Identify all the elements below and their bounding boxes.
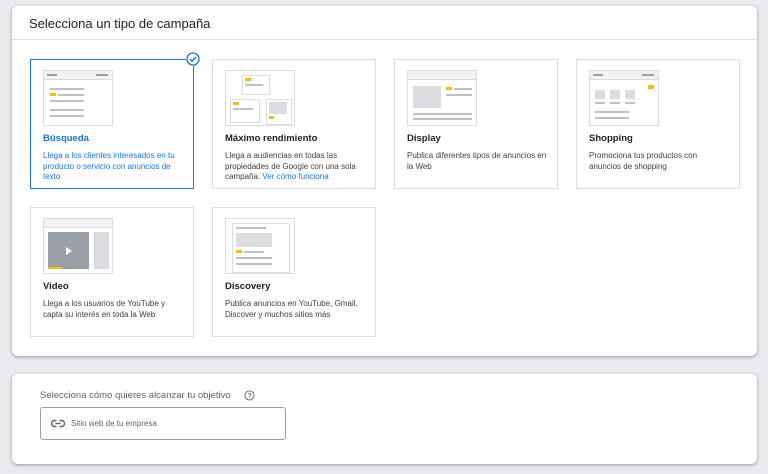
campaign-card-discovery[interactable]: Discovery Publica anuncios en YouTube, G… (212, 207, 376, 337)
card-title: Búsqueda (43, 133, 89, 144)
check-circle-icon (186, 52, 200, 66)
card-description: Llega a los clientes interesados en tu p… (43, 151, 175, 181)
website-goal-label: Sitio web de tu empresa (71, 419, 157, 428)
shopping-thumbnail-icon (589, 70, 659, 126)
card-title: Máximo rendimiento (225, 133, 318, 144)
campaign-card-video[interactable]: Video Llega a los usuarios de YouTube y … (30, 207, 194, 337)
card-title: Discovery (225, 281, 271, 292)
campaign-card-busqueda[interactable]: Búsqueda Llega a los clientes interesado… (30, 59, 194, 189)
campaign-card-display[interactable]: Display Publica diferentes tipos de anun… (394, 59, 558, 189)
card-title: Display (407, 133, 441, 144)
link-icon (51, 419, 65, 428)
website-goal-option[interactable]: Sitio web de tu empresa (40, 407, 286, 440)
search-thumbnail-icon (43, 70, 113, 126)
panel-title: Selecciona un tipo de campaña (29, 16, 211, 31)
card-description: Publica diferentes tipos de anuncios en … (407, 151, 547, 171)
goal-label: Selecciona cómo quieres alcanzar tu obje… (40, 390, 231, 401)
campaign-card-shopping[interactable]: Shopping Promociona tus productos con an… (576, 59, 740, 189)
campaign-card-maximo-rendimiento[interactable]: Máximo rendimiento Llega a audiencias en… (212, 59, 376, 189)
card-description: Publica anuncios en YouTube, Gmail, Disc… (225, 299, 358, 319)
card-description: Promociona tus productos con anuncios de… (589, 151, 698, 171)
card-description: Llega a audiencias en todas las propieda… (225, 151, 365, 183)
performance-max-thumbnail-icon (225, 70, 295, 126)
card-description: Llega a los usuarios de YouTube y capta … (43, 299, 166, 319)
goal-panel: Selecciona cómo quieres alcanzar tu obje… (12, 374, 757, 464)
discovery-thumbnail-icon (225, 218, 295, 274)
card-title: Shopping (589, 133, 633, 144)
how-it-works-link[interactable]: Ver cómo funciona (262, 172, 328, 181)
video-thumbnail-icon (43, 218, 113, 274)
card-title: Video (43, 281, 69, 292)
display-thumbnail-icon (407, 70, 477, 126)
help-circle-icon[interactable] (244, 390, 255, 401)
divider (12, 39, 757, 40)
